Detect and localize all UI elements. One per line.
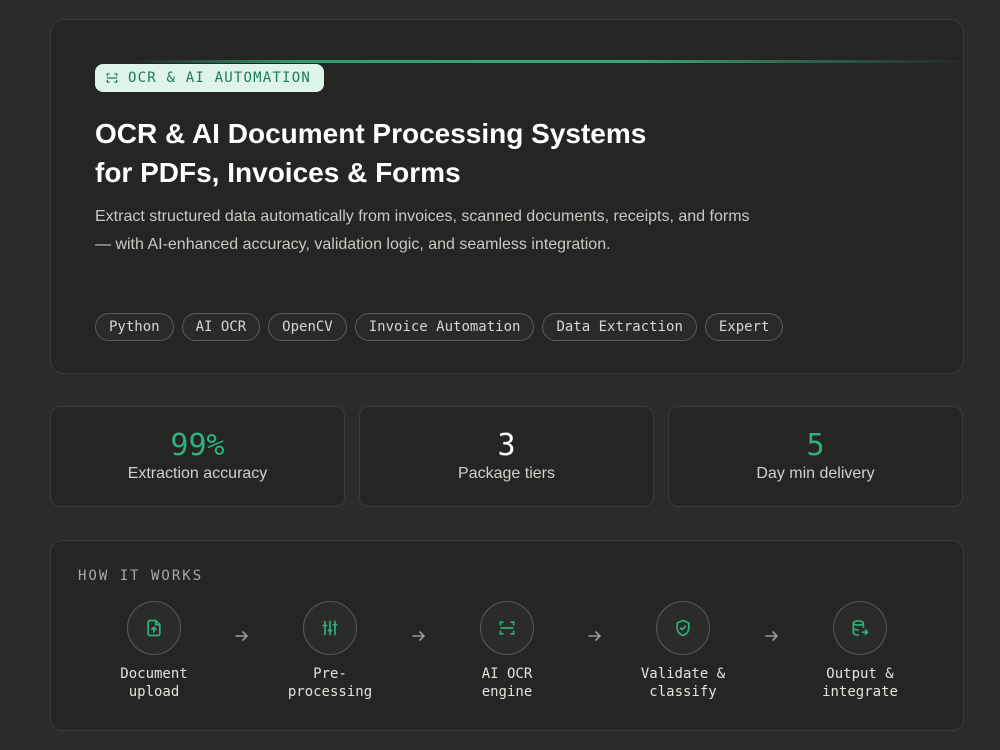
how-it-works-card: HOW IT WORKS Document upload Pre- proces…: [50, 540, 964, 731]
title-line-1: OCR & AI Document Processing Systems: [95, 118, 647, 149]
stat-value: 3: [497, 428, 516, 463]
scan-icon: [499, 621, 515, 635]
step-label: AI OCR engine: [481, 666, 533, 700]
tag-expert[interactable]: Expert: [704, 313, 784, 341]
tag-data-extraction[interactable]: Data Extraction: [542, 313, 697, 341]
tag-opencv[interactable]: OpenCV: [268, 313, 347, 341]
tag-python[interactable]: Python: [95, 313, 174, 341]
step-output-integrate: Output & integrate: [780, 601, 940, 701]
stat-label: Package tiers: [458, 465, 555, 482]
step-label: Output & integrate: [822, 666, 898, 700]
file-upload-icon: [147, 619, 161, 637]
step-label: Document upload: [120, 666, 188, 700]
stat-value: 99%: [170, 428, 225, 463]
database-export-icon: [852, 620, 869, 636]
step-circle: [127, 601, 181, 655]
step-document-upload: Document upload: [74, 601, 234, 701]
step-ai-ocr-engine: AI OCR engine: [427, 601, 587, 701]
stat-label: Extraction accuracy: [127, 465, 268, 482]
badge-label: OCR & AI AUTOMATION: [128, 70, 311, 86]
step-circle: [833, 601, 887, 655]
hero-card: OCR & AI AUTOMATION OCR & AI Document Pr…: [50, 19, 964, 374]
tag-invoice-automation[interactable]: Invoice Automation: [354, 313, 535, 341]
step-preprocessing: Pre- processing: [250, 601, 410, 701]
stat-delivery: 5 Day min delivery: [668, 406, 963, 507]
scan-icon: [106, 73, 118, 83]
step-validate-classify: Validate & classify: [603, 601, 763, 701]
step-label: Validate & classify: [640, 666, 726, 700]
step-circle: [480, 601, 534, 655]
arrow-right-icon: [588, 631, 602, 641]
tag-ai-ocr[interactable]: AI OCR: [181, 313, 261, 341]
stat-package-tiers: 3 Package tiers: [359, 406, 654, 507]
arrow-right-icon: [235, 631, 249, 641]
page-title: OCR & AI Document Processing Systems for…: [95, 114, 795, 192]
shield-check-icon: [676, 619, 690, 637]
step-label: Pre- processing: [287, 666, 373, 700]
accent-line: [131, 60, 963, 63]
stat-accuracy: 99% Extraction accuracy: [50, 406, 345, 507]
title-line-2: for PDFs, Invoices & Forms: [95, 157, 461, 188]
hero-description: Extract structured data automatically fr…: [95, 208, 750, 253]
stat-label: Day min delivery: [756, 465, 875, 482]
arrow-right-icon: [412, 631, 426, 641]
category-badge: OCR & AI AUTOMATION: [95, 64, 324, 92]
sliders-icon: [322, 620, 338, 636]
stat-value: 5: [806, 428, 825, 463]
step-circle: [303, 601, 357, 655]
section-title: HOW IT WORKS: [78, 568, 204, 584]
stats-row: 99% Extraction accuracy 3 Package tiers …: [50, 406, 964, 507]
tag-list: Python AI OCR OpenCV Invoice Automation …: [95, 313, 784, 341]
step-circle: [656, 601, 710, 655]
arrow-right-icon: [765, 631, 779, 641]
